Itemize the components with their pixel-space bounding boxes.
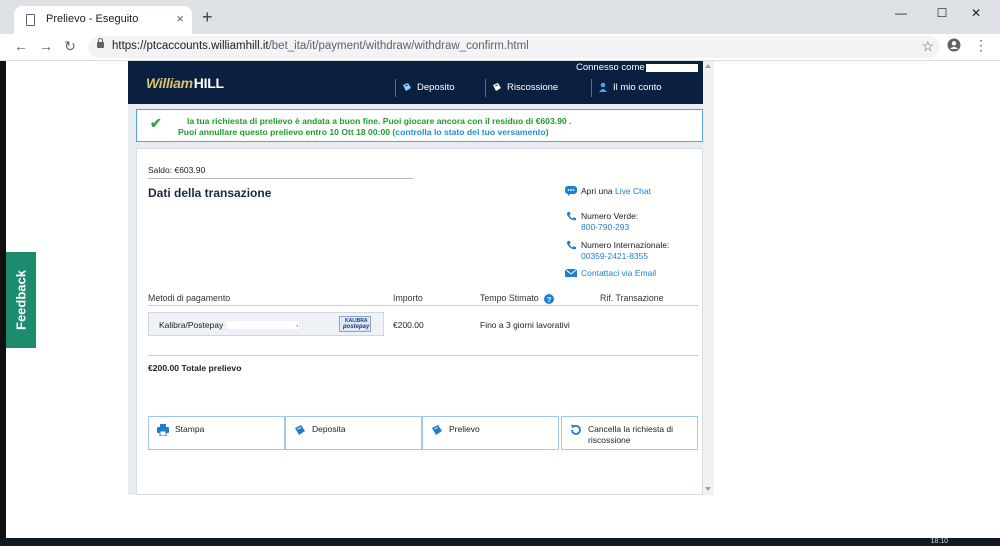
amount-cell: €200.00 xyxy=(393,320,424,330)
check-icon: ✔ xyxy=(150,115,162,131)
check-status-link[interactable]: controlla lo stato del tuo versamento xyxy=(395,127,545,137)
withdraw-button[interactable]: Prelievo xyxy=(422,416,559,450)
reload-icon[interactable]: ↻ xyxy=(61,38,79,55)
account-icon[interactable] xyxy=(947,38,961,52)
nav-deposito-label: Deposito xyxy=(417,82,455,93)
live-chat-link[interactable]: Live Chat xyxy=(615,186,651,196)
deposit-icon xyxy=(295,425,305,435)
page-viewport: Feedback WilliamHILL Connesso come Depos… xyxy=(0,61,1000,538)
williamhill-page: WilliamHILL Connesso come Deposito Risco… xyxy=(128,61,714,495)
help-icon[interactable]: ? xyxy=(544,293,555,304)
tab-close-icon[interactable]: × xyxy=(176,11,184,26)
cancel-withdrawal-button[interactable]: Cancella la richiesta di riscossione xyxy=(561,416,698,450)
site-header: WilliamHILL Connesso come Deposito Risco… xyxy=(128,61,703,104)
badge-bottom: postepay xyxy=(343,324,370,330)
phone-icon xyxy=(566,211,576,221)
nav-riscossione[interactable]: Riscossione xyxy=(485,79,558,97)
feedback-tab[interactable]: Feedback xyxy=(6,252,36,348)
balance: Saldo: €603.90 xyxy=(148,165,206,175)
deposit-icon xyxy=(403,83,411,92)
success-line-2-end: ) xyxy=(545,127,549,137)
estimated-time-cell: Fino a 3 giorni lavorativi xyxy=(480,320,570,330)
payment-method-suffix: , xyxy=(296,319,299,328)
user-icon xyxy=(599,83,607,93)
url-text: https://ptcaccounts.williamhill.it/bet_i… xyxy=(112,40,529,52)
payment-method-cell: Kalibra/Postepay , KALIBRA postepay xyxy=(148,312,384,336)
address-bar[interactable]: https://ptcaccounts.williamhill.it/bet_i… xyxy=(88,36,940,58)
printer-icon xyxy=(157,424,169,436)
logo-script: William xyxy=(146,75,193,91)
bookmark-star-icon[interactable]: ☆ xyxy=(921,38,934,55)
transaction-panel: Saldo: €603.90 Dati della transazione Ap… xyxy=(136,148,703,495)
payment-method-name: Kalibra/Postepay xyxy=(159,320,224,330)
transaction-title: Dati della transazione xyxy=(148,186,272,200)
tab-strip: Prelievo - Eseguito × + — ☐ ✕ xyxy=(0,0,1000,34)
total-divider xyxy=(148,355,698,356)
col-header-rif: Rif. Transazione xyxy=(600,293,664,303)
withdraw-icon xyxy=(493,83,501,92)
username-redacted xyxy=(646,64,698,72)
tab-title: Prelievo - Eseguito xyxy=(46,13,139,25)
scroll-down-icon[interactable] xyxy=(705,487,711,491)
browser-window: Prelievo - Eseguito × + — ☐ ✕ ← → ↻ http… xyxy=(0,0,1000,538)
email-icon xyxy=(565,268,577,277)
feedback-label: Feedback xyxy=(13,270,29,330)
success-message: ✔ la tua richiesta di prelievo è andata … xyxy=(136,109,703,142)
svg-text:?: ? xyxy=(547,295,552,304)
william-hill-logo[interactable]: WilliamHILL xyxy=(146,75,224,91)
chat-icon xyxy=(565,186,577,196)
maximize-icon[interactable]: ☐ xyxy=(934,6,950,20)
tab-prelievo[interactable]: Prelievo - Eseguito × xyxy=(14,6,192,34)
col-header-importo: Importo xyxy=(393,293,423,303)
col-header-tempo-label: Tempo Stimato xyxy=(480,293,539,303)
page-scrollbar[interactable] xyxy=(703,61,714,495)
numero-verde-number[interactable]: 800-790-293 xyxy=(581,222,629,232)
nav-deposito[interactable]: Deposito xyxy=(395,79,455,97)
card-number-redacted xyxy=(227,321,299,329)
nav-riscossione-label: Riscossione xyxy=(507,82,559,93)
browser-toolbar: ← → ↻ https://ptcaccounts.williamhill.it… xyxy=(0,34,1000,61)
undo-icon xyxy=(571,424,581,435)
success-line-2: Puoi annullare questo prelievo entro 10 … xyxy=(178,127,549,137)
phone-icon xyxy=(566,240,576,250)
success-line-2-text: Puoi annullare questo prelievo entro 10 … xyxy=(178,127,396,137)
withdraw-icon xyxy=(432,425,442,435)
print-label: Stampa xyxy=(175,424,205,434)
cancel-withdrawal-label: Cancella la richiesta di riscossione xyxy=(588,424,674,445)
email-link[interactable]: Contattaci via Email xyxy=(581,268,656,278)
chat-pre: Apri una xyxy=(581,186,616,196)
withdraw-label: Prelievo xyxy=(449,424,480,434)
scroll-up-icon[interactable] xyxy=(705,64,711,68)
table-header-divider xyxy=(148,305,698,306)
deposit-button[interactable]: Deposita xyxy=(285,416,422,450)
url-path: /bet_ita/it/payment/withdraw/withdraw_co… xyxy=(268,40,529,52)
numero-verde-label: Numero Verde: xyxy=(581,211,639,221)
col-header-tempo: Tempo Stimato ? xyxy=(480,293,555,304)
print-button[interactable]: Stampa xyxy=(148,416,285,450)
close-window-icon[interactable]: ✕ xyxy=(968,6,984,20)
menu-icon[interactable]: ⋮ xyxy=(974,37,988,54)
page-icon xyxy=(26,14,35,26)
numero-internazionale-label: Numero Internazionale: xyxy=(581,240,670,250)
lock-icon xyxy=(97,38,104,48)
nav-mio-conto[interactable]: Il mio conto xyxy=(591,79,662,97)
chat-text: Apri una Live Chat xyxy=(581,186,651,196)
nav-mio-conto-label: Il mio conto xyxy=(613,82,662,93)
postepay-logo: KALIBRA postepay xyxy=(339,316,371,332)
numero-internazionale-number[interactable]: 00359-2421-8355 xyxy=(581,251,648,261)
total-withdrawal: €200.00 Totale prelievo xyxy=(148,363,242,373)
success-line-1: la tua richiesta di prelievo è andata a … xyxy=(187,116,572,126)
forward-icon[interactable]: → xyxy=(37,38,55,54)
taskbar: 18:10 xyxy=(0,538,1000,546)
balance-divider xyxy=(148,178,413,179)
minimize-icon[interactable]: — xyxy=(893,6,909,20)
back-icon[interactable]: ← xyxy=(12,38,30,54)
col-header-metodi: Metodi di pagamento xyxy=(148,293,231,303)
new-tab-icon[interactable]: + xyxy=(202,8,213,26)
logo-bold: HILL xyxy=(193,75,224,91)
connected-as: Connesso come xyxy=(576,62,645,73)
deposit-label: Deposita xyxy=(312,424,346,434)
url-host: https://ptcaccounts.williamhill.it xyxy=(112,40,269,52)
taskbar-clock: 18:10 xyxy=(930,538,948,545)
